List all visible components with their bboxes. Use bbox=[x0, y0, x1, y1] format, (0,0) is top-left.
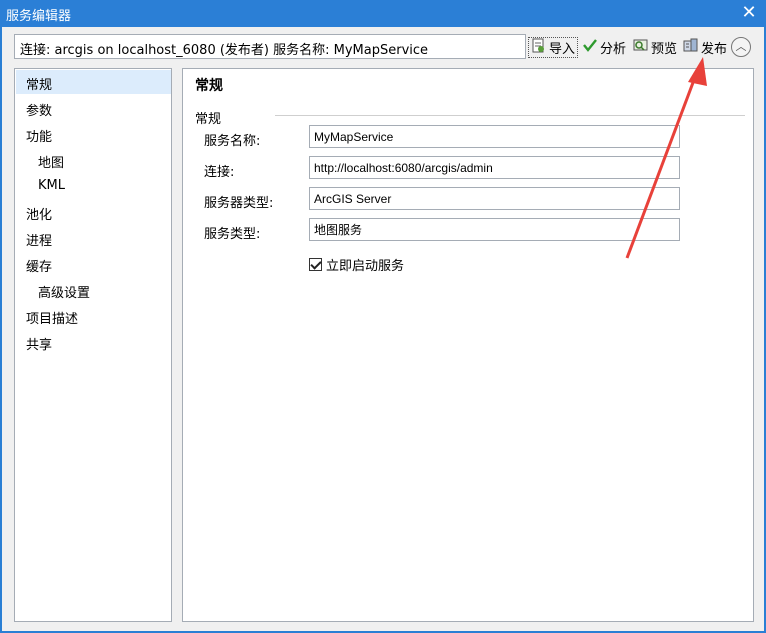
start-service-label: 立即启动服务 bbox=[326, 259, 405, 274]
nav-item-kml[interactable]: KML bbox=[16, 174, 171, 198]
preview-button[interactable]: 预览 bbox=[633, 36, 677, 58]
general-settings-panel: 常规 常规 服务名称: 连接: 服务器类型: 服务类型: 立即启动服务 bbox=[182, 68, 754, 622]
connection-input[interactable] bbox=[309, 156, 680, 179]
analyze-button[interactable]: 分析 bbox=[582, 36, 626, 58]
preview-icon bbox=[633, 37, 649, 57]
start-service-checkbox-row[interactable]: 立即启动服务 bbox=[309, 255, 404, 274]
import-button[interactable]: 导入 bbox=[528, 37, 579, 58]
nav-item-parameters[interactable]: 参数 bbox=[16, 96, 171, 120]
dialog-body: 连接: arcgis on localhost_6080 (发布者) 服务名称:… bbox=[2, 27, 764, 631]
nav-item-pooling[interactable]: 池化 bbox=[16, 200, 171, 224]
nav-item-capabilities[interactable]: 功能 bbox=[16, 122, 171, 146]
nav-item-item-description[interactable]: 项目描述 bbox=[16, 304, 171, 328]
connection-label: 连接: bbox=[204, 165, 235, 180]
service-name-label: 服务名称: bbox=[204, 134, 261, 149]
collapse-icon[interactable]: ︿ bbox=[731, 37, 751, 57]
connection-info: 连接: arcgis on localhost_6080 (发布者) 服务名称:… bbox=[14, 34, 526, 59]
import-icon bbox=[531, 38, 547, 58]
publish-button[interactable]: 发布 bbox=[683, 36, 727, 58]
nav-item-general[interactable]: 常规 bbox=[16, 70, 171, 94]
analyze-label: 分析 bbox=[600, 41, 627, 57]
nav-item-sharing[interactable]: 共享 bbox=[16, 330, 171, 354]
panel-title: 常规 bbox=[195, 78, 223, 94]
nav-item-caching[interactable]: 缓存 bbox=[16, 252, 171, 276]
service-name-input[interactable] bbox=[309, 125, 680, 148]
nav-item-processes[interactable]: 进程 bbox=[16, 226, 171, 250]
section-divider bbox=[275, 115, 745, 116]
close-icon[interactable]: ✕ bbox=[738, 2, 760, 24]
import-label: 导入 bbox=[549, 42, 576, 57]
title-bar[interactable]: 服务编辑器 ✕ bbox=[0, 0, 766, 27]
publish-label: 发布 bbox=[701, 41, 728, 57]
nav-item-advanced-settings[interactable]: 高级设置 bbox=[16, 278, 171, 302]
publish-icon bbox=[683, 37, 699, 57]
start-service-checkbox[interactable] bbox=[309, 258, 322, 271]
server-type-input[interactable] bbox=[309, 187, 680, 210]
service-editor-window: 服务编辑器 ✕ 连接: arcgis on localhost_6080 (发布… bbox=[0, 0, 766, 633]
settings-nav: 常规 参数 功能 地图 KML 池化 进程 缓存 高级设置 项目描述 共享 bbox=[14, 68, 172, 622]
section-label-general: 常规 bbox=[195, 112, 222, 127]
checkmark-icon bbox=[582, 37, 598, 57]
window-title: 服务编辑器 bbox=[6, 9, 72, 24]
preview-label: 预览 bbox=[651, 41, 678, 57]
service-type-input[interactable] bbox=[309, 218, 680, 241]
nav-item-map[interactable]: 地图 bbox=[16, 148, 171, 172]
server-type-label: 服务器类型: bbox=[204, 196, 274, 211]
service-type-label: 服务类型: bbox=[204, 227, 261, 242]
